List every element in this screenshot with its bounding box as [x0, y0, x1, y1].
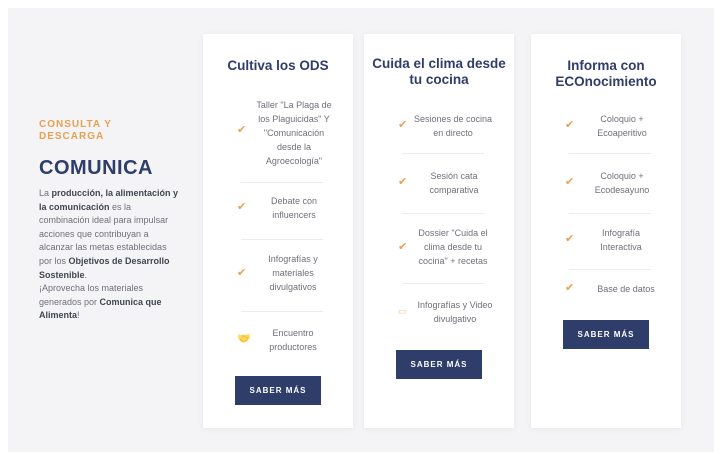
intro-text-segment: producción, la alimentación y la comunic…	[39, 188, 179, 212]
check-icon: ✔	[565, 282, 575, 294]
feature-text: Encuentro productores	[269, 328, 317, 352]
handshake-icon: 🤝	[237, 333, 251, 345]
divider	[241, 239, 323, 240]
feature-item: ✔ Sesiones de cocina en directo	[364, 112, 514, 140]
check-icon: ✔	[237, 267, 247, 279]
feature-item: 🤝 Encuentro productores	[203, 326, 353, 354]
card-title: Cultiva los ODS	[227, 58, 329, 73]
intro-text-segment: .	[84, 269, 88, 280]
card-title: Informa con ECOnocimiento	[555, 58, 657, 89]
feature-item: ✔ Dossier "Cuida el clima desde tu cocina…	[364, 226, 514, 270]
feature-text: Taller "La Plaga de los Plaguicidas" Y "…	[256, 100, 332, 166]
check-icon: ✔	[398, 119, 408, 131]
feature-item: ✔ Taller "La Plaga de los Plaguicidas" Y …	[203, 98, 353, 166]
divider	[569, 269, 651, 270]
divider	[569, 153, 651, 154]
saber-mas-button[interactable]: SABER MÁS	[396, 350, 482, 379]
feature-text: Infografías y materiales divulgativos	[268, 254, 318, 292]
feature-item: ✔ Base de datos	[531, 282, 681, 296]
intro-eyebrow: CONSULTA Y DESCARGA	[39, 119, 112, 142]
feature-text: Base de datos	[597, 284, 655, 294]
feature-item: ▭ Infografías y Video divulgativo	[364, 298, 514, 326]
feature-text: Infografías y Video divulgativo	[417, 300, 493, 324]
feature-text: Coloquio + Ecoaperitivo	[597, 114, 647, 138]
feature-item: ✔ Coloquio + Ecoaperitivo	[531, 112, 681, 140]
feature-text: Infografía Interactiva	[600, 228, 642, 252]
feature-item: ✔ Debate con influencers	[203, 194, 353, 222]
pricing-card: Cultiva los ODS ✔ Taller "La Plaga de los …	[203, 34, 353, 428]
check-icon: ✔	[398, 176, 408, 188]
divider	[402, 283, 484, 284]
intro-block: CONSULTA Y DESCARGA COMUNICA La producci…	[39, 119, 179, 323]
check-icon: ✔	[398, 241, 408, 253]
video-icon: ▭	[398, 306, 407, 316]
feature-text: Debate con influencers	[270, 196, 318, 220]
divider	[241, 182, 323, 183]
divider	[402, 213, 484, 214]
divider	[569, 213, 651, 214]
intro-title: COMUNICA	[39, 157, 153, 179]
pricing-card: Cuida el clima desde tu cocina ✔ Sesiones …	[364, 34, 514, 428]
feature-text: Sesiones de cocina en directo	[413, 114, 493, 138]
feature-item: ✔ Infografías y materiales divulgativos	[203, 252, 353, 296]
feature-text: Coloquio + Ecodesayuno	[594, 171, 650, 195]
check-icon: ✔	[565, 176, 575, 188]
feature-item: ✔ Coloquio + Ecodesayuno	[531, 169, 681, 197]
intro-description: La producción, la alimentación y la comu…	[39, 187, 179, 323]
intro-text-segment: La	[39, 188, 52, 198]
feature-text: Sesión cata comparativa	[429, 171, 479, 195]
feature-item: ✔ Infografía Interactiva	[531, 226, 681, 254]
divider	[241, 311, 323, 312]
saber-mas-button[interactable]: SABER MÁS	[235, 376, 321, 405]
check-icon: ✔	[565, 119, 575, 131]
divider	[402, 153, 484, 154]
saber-mas-button[interactable]: SABER MÁS	[563, 320, 649, 349]
check-icon: ✔	[237, 124, 247, 136]
check-icon: ✔	[565, 233, 575, 245]
feature-text: Dossier "Cuida el clima desde tu cocina"…	[418, 228, 488, 266]
check-icon: ✔	[237, 201, 247, 213]
pricing-card: Informa con ECOnocimiento ✔ Coloquio + Eco…	[531, 34, 681, 428]
feature-item: ✔ Sesión cata comparativa	[364, 169, 514, 197]
card-title: Cuida el clima desde tu cocina	[372, 56, 506, 87]
intro-text-segment: !	[77, 310, 80, 321]
